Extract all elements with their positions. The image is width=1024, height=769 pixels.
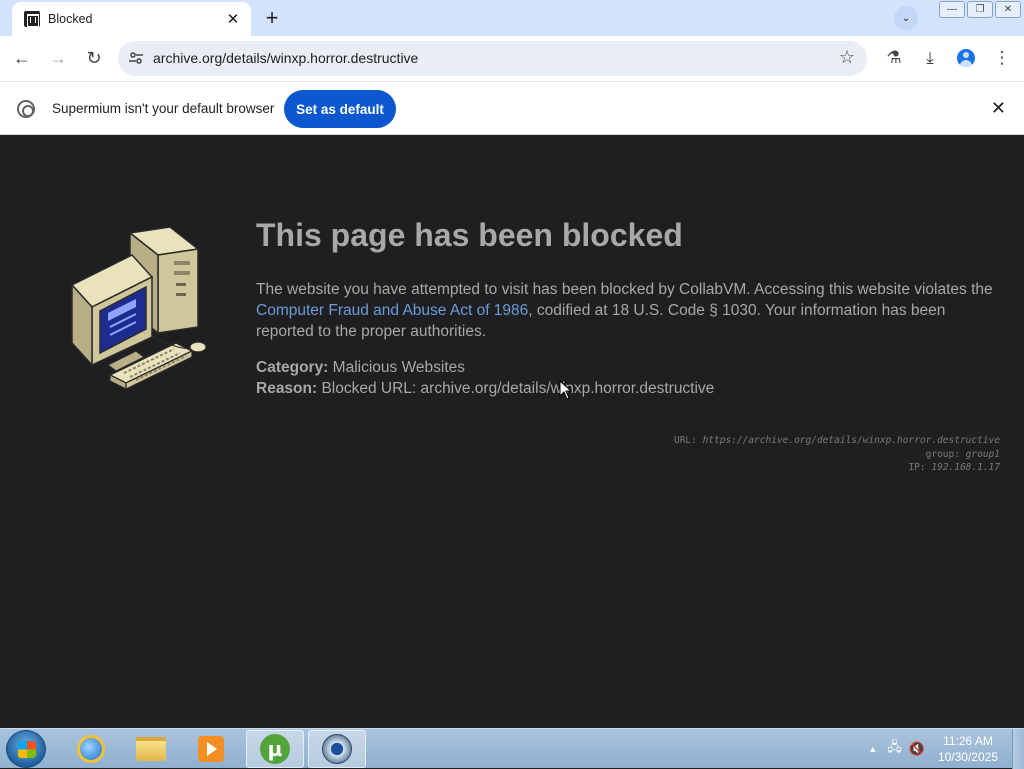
- archive-icon: [24, 11, 40, 27]
- clock[interactable]: 11:26 AM 10/30/2025: [938, 733, 998, 765]
- debug-ip-value: 192.168.1.17: [931, 462, 1000, 473]
- close-window-button[interactable]: ✕: [995, 1, 1021, 18]
- minimize-button[interactable]: —: [939, 1, 965, 18]
- description-text: The website you have attempted to visit …: [256, 281, 993, 298]
- clock-date: 10/30/2025: [937, 750, 998, 764]
- window-controls: — ❐ ✕: [939, 0, 1024, 18]
- reason-value: Blocked URL: archive.org/details/winxp.h…: [317, 380, 715, 397]
- supermium-icon: [322, 734, 352, 764]
- profile-button[interactable]: [954, 46, 978, 70]
- debug-url-value: https://archive.org/details/winxp.horror…: [702, 435, 1000, 446]
- debug-url-label: URL:: [673, 435, 703, 446]
- default-browser-infobar: Supermium isn't your default browser Set…: [0, 81, 1024, 135]
- folder-icon: [136, 737, 166, 761]
- category-row: Category: Malicious Websites: [256, 357, 714, 378]
- infobar-message: Supermium isn't your default browser: [52, 101, 275, 116]
- debug-ip-row: IP: 192.168.1.17: [674, 461, 1000, 475]
- menu-kebab-icon[interactable]: ⋮: [990, 46, 1014, 70]
- reason-row: Reason: Blocked URL: archive.org/details…: [256, 378, 714, 399]
- tab-search-button[interactable]: ⌄: [894, 6, 918, 30]
- block-description: The website you have attempted to visit …: [256, 279, 996, 342]
- debug-url-row: URL: https://archive.org/details/winxp.h…: [674, 434, 1000, 448]
- restore-button[interactable]: ❐: [967, 1, 993, 18]
- system-tray: ▲ 🖧 🔇 11:26 AM 10/30/2025: [868, 729, 1006, 769]
- tab-blocked[interactable]: Blocked ✕: [12, 2, 251, 36]
- clock-time: 11:26 AM: [943, 734, 993, 748]
- new-tab-button[interactable]: +: [260, 5, 284, 30]
- volume-muted-icon[interactable]: 🔇: [909, 741, 925, 757]
- show-desktop-button[interactable]: [1012, 729, 1024, 769]
- avatar: [957, 49, 975, 67]
- taskbar-media-player[interactable]: [182, 730, 240, 768]
- back-button[interactable]: ←: [10, 46, 34, 70]
- taskbar-file-explorer[interactable]: [122, 730, 180, 768]
- infobar-close-icon[interactable]: ✕: [991, 98, 1006, 119]
- debug-ip-label: IP:: [908, 462, 932, 473]
- tab-close-icon[interactable]: ✕: [223, 9, 243, 29]
- blocked-page: This page has been blocked The website y…: [0, 135, 1024, 728]
- labs-flask-icon[interactable]: ⚗: [882, 46, 906, 70]
- network-icon[interactable]: 🖧: [887, 738, 902, 760]
- utorrent-icon: µ: [260, 734, 290, 764]
- taskbar-utorrent[interactable]: µ: [246, 730, 304, 768]
- debug-group-label: group:: [925, 448, 966, 460]
- browser-toolbar: ← → ↻ archive.org/details/winxp.horror.d…: [0, 36, 1024, 81]
- start-button[interactable]: [6, 730, 46, 768]
- tab-title: Blocked: [48, 12, 93, 26]
- browser-logo-icon: [17, 100, 35, 118]
- forward-button[interactable]: →: [46, 46, 70, 70]
- tab-strip: Blocked ✕ + ⌄ — ❐ ✕: [0, 0, 1024, 36]
- debug-group-value: group1: [965, 448, 1000, 460]
- set-as-default-button[interactable]: Set as default: [284, 90, 396, 128]
- debug-group-row: group: group1: [674, 448, 1000, 462]
- page-title: This page has been blocked: [256, 217, 683, 253]
- address-bar[interactable]: archive.org/details/winxp.horror.destruc…: [118, 41, 867, 76]
- windows-taskbar: µ ▲ 🖧 🔇 11:26 AM 10/30/2025: [0, 728, 1024, 769]
- mouse-cursor-icon: [559, 380, 573, 400]
- reason-label: Reason:: [256, 380, 318, 397]
- internet-explorer-icon: [77, 735, 105, 763]
- cfaa-link[interactable]: Computer Fraud and Abuse Act of 1986: [256, 302, 528, 319]
- block-details: Category: Malicious Websites Reason: Blo…: [256, 357, 714, 399]
- debug-info: URL: https://archive.org/details/winxp.h…: [674, 434, 1000, 475]
- category-value: Malicious Websites: [328, 359, 466, 376]
- media-player-icon: [198, 736, 224, 762]
- category-label: Category:: [256, 359, 329, 376]
- taskbar-internet-explorer[interactable]: [62, 730, 120, 768]
- reload-button[interactable]: ↻: [82, 46, 106, 70]
- download-icon[interactable]: ⤓: [918, 46, 942, 70]
- taskbar-supermium[interactable]: [308, 730, 366, 768]
- show-hidden-icons-icon[interactable]: ▲: [868, 744, 877, 754]
- bookmark-star-icon[interactable]: ☆: [839, 47, 855, 68]
- retro-computer-illustration: [70, 226, 207, 390]
- url-text[interactable]: archive.org/details/winxp.horror.destruc…: [153, 50, 418, 66]
- site-info-icon[interactable]: [128, 50, 144, 66]
